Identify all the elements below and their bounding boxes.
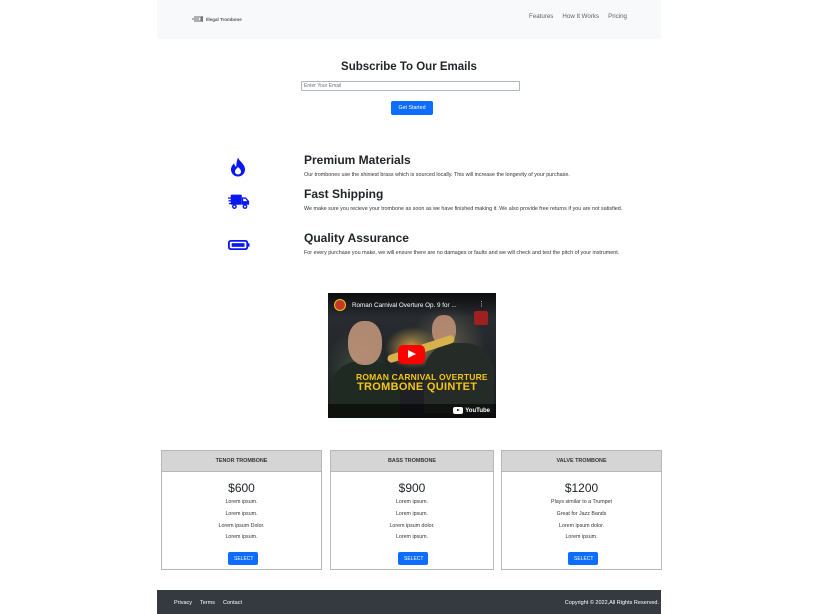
select-button[interactable]: SELECT bbox=[228, 552, 258, 565]
feature-title: Fast Shipping bbox=[304, 187, 384, 201]
footer-link-contact[interactable]: Contact bbox=[223, 600, 242, 606]
nav-link-how-it-works[interactable]: How It Works bbox=[562, 13, 599, 20]
select-button[interactable]: SELECT bbox=[398, 552, 428, 565]
pricing-feature: Plays similar to a Trumpet bbox=[551, 499, 612, 505]
pricing-card-name: TENOR TROMBONE bbox=[162, 451, 321, 472]
nav-link-features[interactable]: Features bbox=[529, 13, 553, 20]
video-overlay-subtitle: TROMBONE QUINTET bbox=[357, 381, 478, 393]
pricing-feature: Lorem ipsum. bbox=[395, 510, 429, 517]
pricing-card-price: $900 bbox=[398, 481, 426, 495]
page: Illegal Trombone Features How It Works P… bbox=[157, 0, 662, 614]
logo-text: Illegal Trombone bbox=[206, 16, 242, 22]
pricing-feature: Lorem ipsum dolor. bbox=[558, 522, 605, 529]
pricing-feature: Great for Jazz Bands bbox=[556, 510, 607, 517]
youtube-icon bbox=[453, 407, 464, 414]
play-button[interactable] bbox=[398, 345, 425, 364]
nav-link-pricing[interactable]: Pricing bbox=[608, 13, 627, 20]
youtube-brand-text: YouTube bbox=[465, 407, 490, 414]
pricing-feature: Lorem ipsum. bbox=[225, 499, 258, 505]
subscribe-title: Subscribe To Our Emails bbox=[341, 61, 477, 73]
pricing-card: VALVE TROMBONE $1200 Plays similar to a … bbox=[501, 450, 662, 570]
fire-icon bbox=[227, 156, 249, 178]
main-nav: Features How It Works Pricing bbox=[529, 13, 627, 20]
feature-text: Our trombones use the shiniest brass whi… bbox=[304, 172, 570, 178]
video-embed[interactable]: Roman Carnival Overture Op. 9 for ... ⋮ … bbox=[328, 293, 496, 418]
pricing-card-price: $600 bbox=[228, 481, 255, 495]
pricing-card-name: VALVE TROMBONE bbox=[502, 451, 661, 472]
video-title[interactable]: Roman Carnival Overture Op. 9 for ... bbox=[352, 302, 457, 309]
pricing-feature: Lorem ipsum. bbox=[225, 510, 258, 517]
footer: Privacy Terms Contact Copyright © 2022,A… bbox=[157, 590, 661, 614]
trombone-logo-icon bbox=[192, 16, 203, 22]
header: Illegal Trombone Features How It Works P… bbox=[157, 0, 661, 39]
pricing-feature: Lorem ipsum. bbox=[225, 534, 258, 541]
channel-thumbnail bbox=[474, 311, 488, 325]
more-options-icon[interactable]: ⋮ bbox=[478, 301, 485, 308]
email-input[interactable] bbox=[301, 81, 520, 91]
select-button[interactable]: SELECT bbox=[568, 552, 598, 565]
truck-icon bbox=[228, 191, 250, 213]
pricing-card: TENOR TROMBONE $600 Lorem ipsum. Lorem i… bbox=[161, 450, 322, 570]
pricing-card-name: BASS TROMBONE bbox=[331, 451, 493, 472]
logo[interactable]: Illegal Trombone bbox=[192, 16, 242, 22]
get-started-button[interactable]: Get Started bbox=[391, 101, 433, 115]
pricing-card-price: $1200 bbox=[564, 481, 599, 495]
pricing-card: BASS TROMBONE $900 Lorem ipsum. Lorem ip… bbox=[330, 450, 494, 570]
pricing-feature: Lorem ipsum. bbox=[395, 499, 429, 505]
feature-title: Quality Assurance bbox=[304, 231, 409, 245]
feature-title: Premium Materials bbox=[304, 153, 411, 167]
pricing-feature: Lorem ipsum. bbox=[395, 534, 429, 541]
footer-link-terms[interactable]: Terms bbox=[200, 600, 215, 606]
feature-text: For every purchase you make, we will ens… bbox=[304, 250, 620, 256]
channel-avatar[interactable] bbox=[334, 299, 346, 311]
youtube-logo[interactable]: YouTube bbox=[453, 407, 490, 414]
footer-links: Privacy Terms Contact bbox=[174, 600, 242, 606]
battery-icon bbox=[228, 234, 250, 256]
pricing-feature: Lorem ipsum. bbox=[565, 534, 598, 541]
feature-text: We make sure you recieve your trombone a… bbox=[304, 206, 623, 212]
copyright-text: Copyright © 2022,All Rights Reserved. bbox=[564, 600, 659, 606]
pricing-feature: Lorem ipsum Dolor. bbox=[218, 522, 265, 529]
pricing-feature: Lorem ipsum dolor. bbox=[389, 522, 435, 529]
footer-link-privacy[interactable]: Privacy bbox=[174, 600, 192, 606]
